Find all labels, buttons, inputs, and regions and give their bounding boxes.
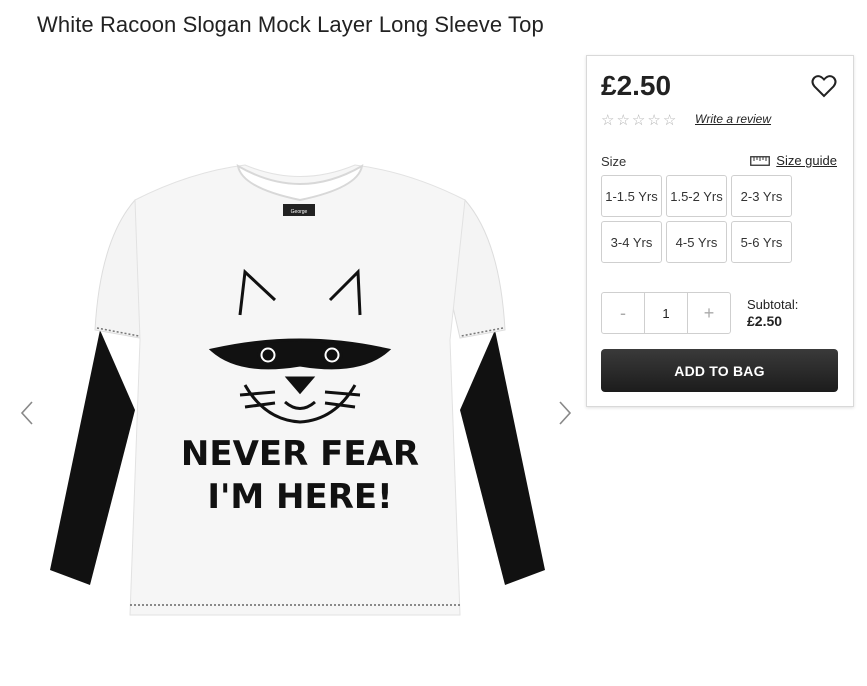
star-icon: ☆ — [616, 112, 630, 129]
product-title: White Racoon Slogan Mock Layer Long Slee… — [37, 12, 544, 37]
slogan-line-1: NEVER FEAR — [181, 434, 419, 474]
write-review-link[interactable]: Write a review — [695, 112, 771, 126]
size-option[interactable]: 5-6 Yrs — [731, 221, 792, 263]
size-guide-link[interactable]: Size guide — [750, 153, 837, 168]
chevron-right-icon — [559, 401, 572, 425]
size-option[interactable]: 3-4 Yrs — [601, 221, 662, 263]
quantity-input[interactable]: 1 — [644, 293, 688, 333]
slogan-line-2: I'M HERE! — [207, 477, 392, 517]
neck-label-text: George — [291, 209, 308, 215]
heart-icon[interactable] — [811, 74, 837, 98]
star-icon: ☆ — [662, 112, 677, 129]
product-gallery: George NEVER FEAR I'M HERE! — [0, 150, 585, 640]
size-option[interactable]: 2-3 Yrs — [731, 175, 792, 217]
size-guide-label: Size guide — [776, 153, 837, 168]
quantity-increment-button[interactable]: + — [688, 293, 730, 333]
product-price: £2.50 — [601, 70, 672, 101]
star-icon: ☆ — [647, 112, 661, 129]
gallery-prev-button[interactable] — [18, 398, 38, 428]
ruler-icon — [750, 155, 771, 166]
size-options: 1-1.5 Yrs 1.5-2 Yrs 2-3 Yrs 3-4 Yrs 4-5 … — [601, 175, 792, 263]
size-label: Size — [601, 154, 627, 169]
size-option[interactable]: 4-5 Yrs — [666, 221, 727, 263]
rating-stars: ☆ ☆ ☆ ☆ ☆ — [601, 113, 676, 128]
add-to-bag-button[interactable]: ADD TO BAG — [601, 349, 838, 392]
purchase-panel: £2.50 ☆ ☆ ☆ ☆ ☆ Write a review Size Size… — [586, 55, 854, 407]
quantity-stepper: - 1 + — [601, 292, 731, 334]
subtotal-label: Subtotal: — [747, 297, 799, 312]
size-option[interactable]: 1-1.5 Yrs — [601, 175, 662, 217]
product-image: George NEVER FEAR I'M HERE! — [50, 164, 545, 616]
size-option[interactable]: 1.5-2 Yrs — [666, 175, 727, 217]
subtotal: Subtotal: £2.50 — [747, 296, 798, 330]
star-icon: ☆ — [631, 112, 646, 129]
star-icon: ☆ — [601, 112, 615, 129]
chevron-left-icon — [20, 401, 33, 425]
subtotal-value: £2.50 — [747, 313, 783, 329]
quantity-decrement-button[interactable]: - — [602, 293, 644, 333]
gallery-next-button[interactable] — [554, 398, 574, 428]
